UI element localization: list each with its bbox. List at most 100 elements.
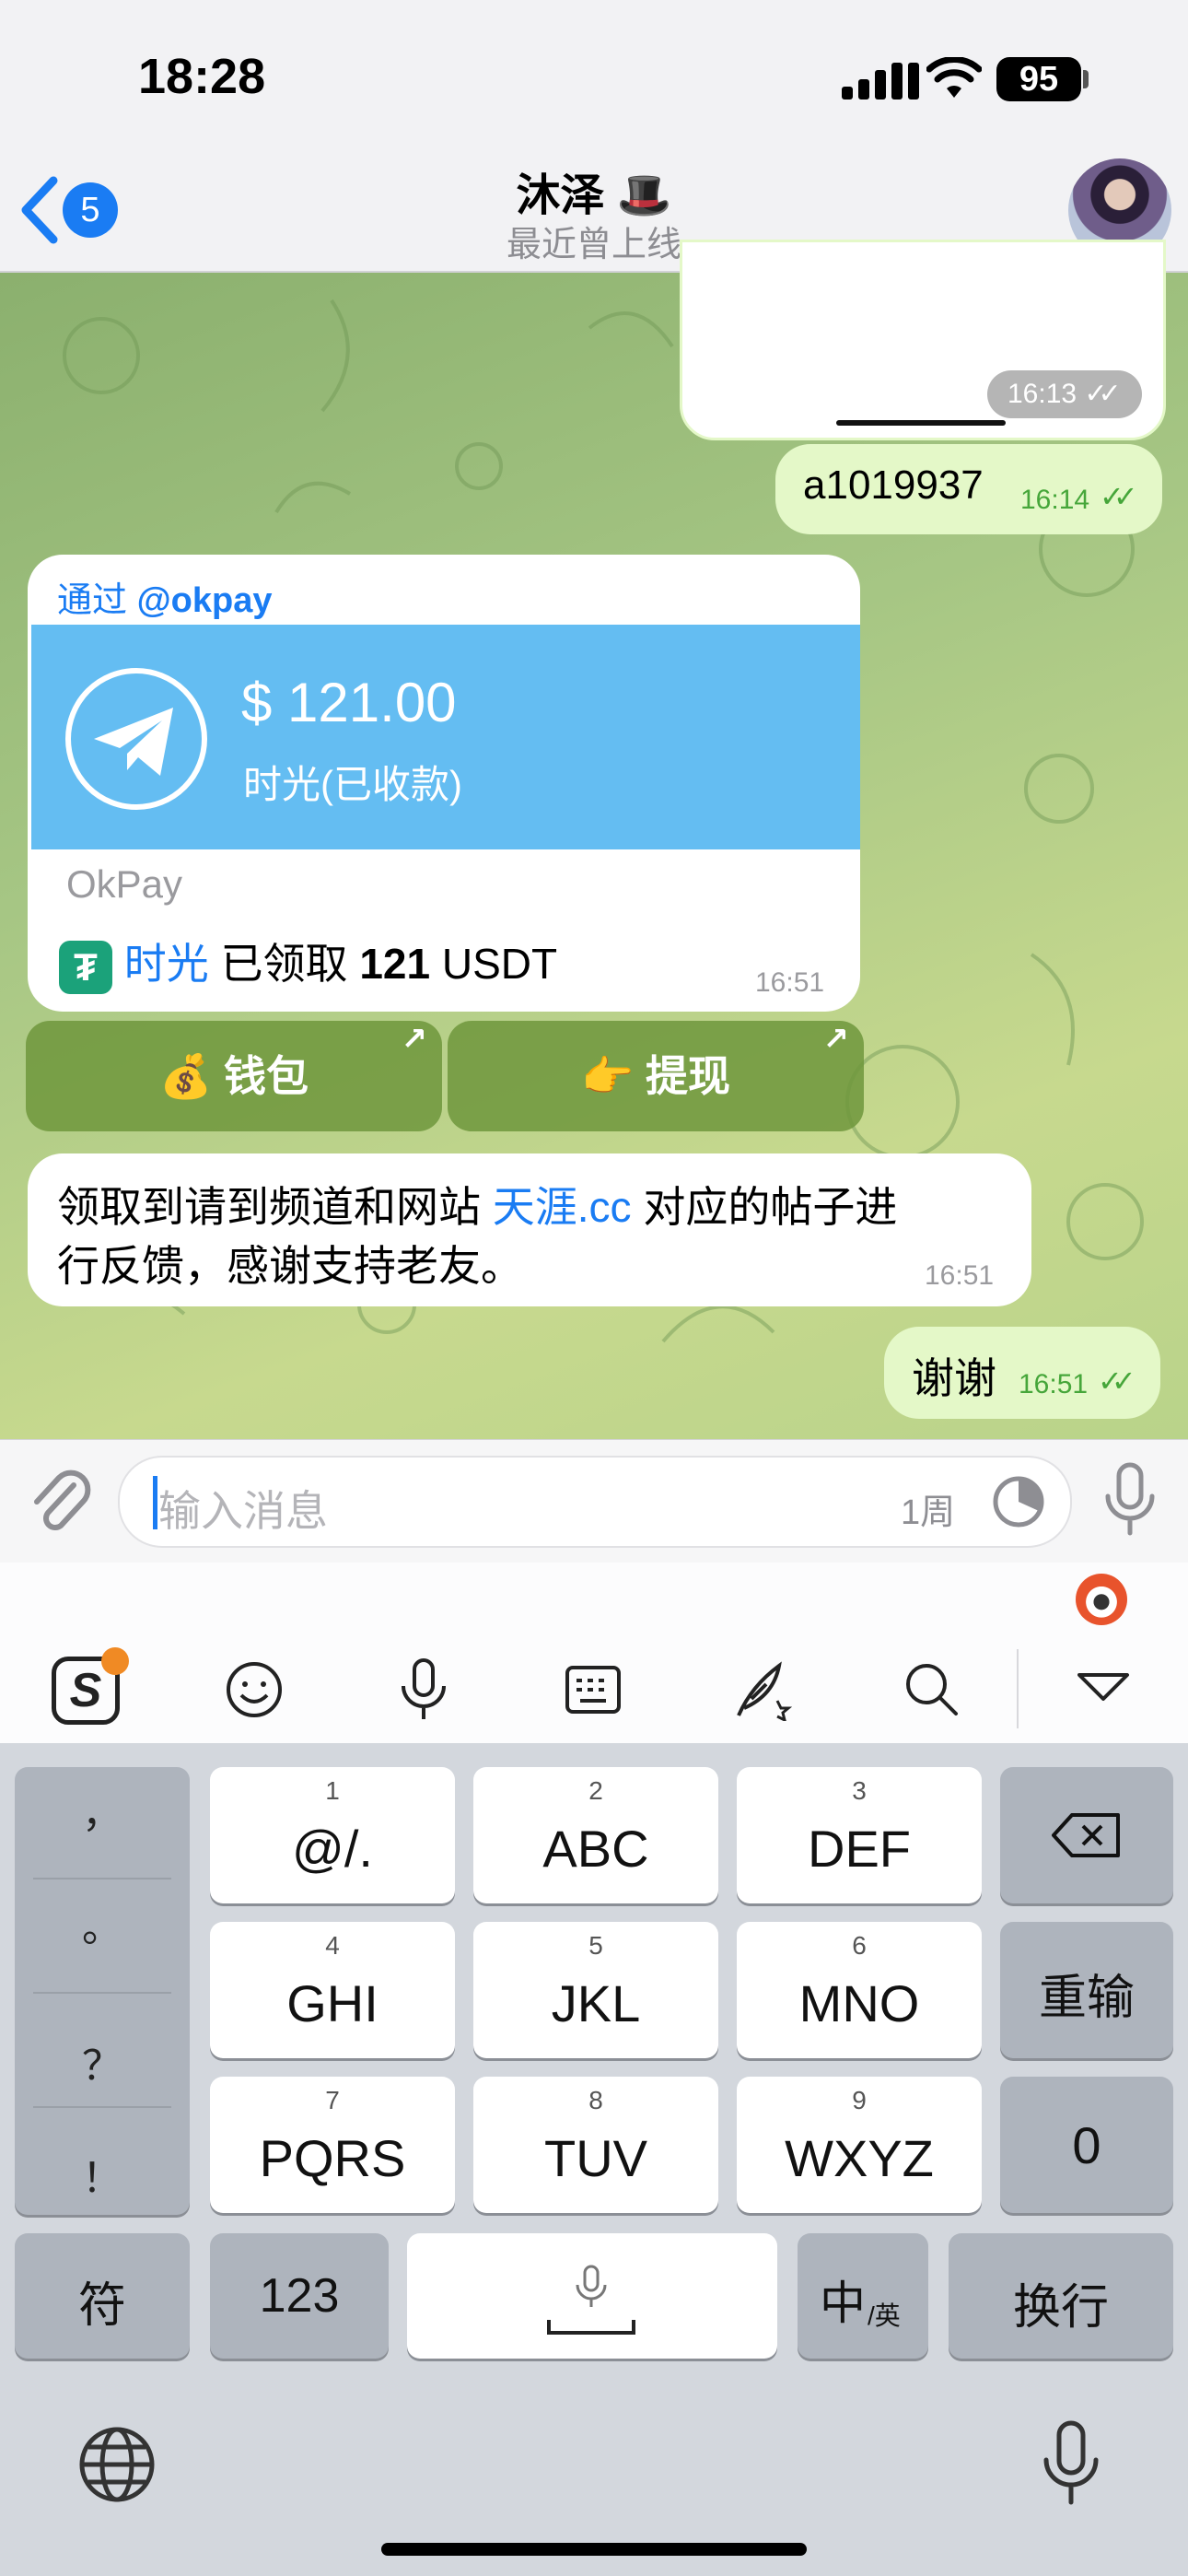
key-label: MNO xyxy=(798,1974,920,2032)
chat-title[interactable]: 沐泽 🎩 xyxy=(0,158,1188,223)
voice-input-icon[interactable] xyxy=(396,1657,451,1723)
arrow-up-right-icon: ↗ xyxy=(401,1022,428,1057)
key-label: JKL xyxy=(551,1974,641,2032)
message-text-line-2: 行反馈，感谢支持老友。 xyxy=(57,1242,523,1290)
claim-user-link[interactable]: 时光 xyxy=(124,940,209,988)
notification-dot-icon xyxy=(101,1647,129,1675)
key-sublabel: /英 xyxy=(868,2301,901,2330)
pointing-hand-icon: 👉 xyxy=(580,1052,635,1100)
handwriting-quill-icon[interactable] xyxy=(733,1658,792,1721)
punctuation-column[interactable]: ， 。 ？ ！ xyxy=(15,1767,190,2215)
auto-delete-timer-icon[interactable] xyxy=(991,1474,1046,1529)
image-time-pill: 16:13 ✓✓ xyxy=(987,370,1142,418)
collapse-keyboard-icon[interactable] xyxy=(1076,1669,1131,1706)
key-3[interactable]: 3 DEF xyxy=(737,1767,982,1903)
invoice-payee: 时光(已收款) xyxy=(243,763,462,806)
symbols-key[interactable]: 符 xyxy=(15,2233,190,2359)
message-time: 16:14 xyxy=(1020,485,1090,515)
home-indicator xyxy=(381,2543,807,2556)
outgoing-text-message[interactable]: 谢谢 16:51 ✓✓ xyxy=(884,1327,1160,1419)
keyboard-mascot-icon[interactable] xyxy=(1076,1574,1127,1625)
key-number: 6 xyxy=(852,1931,867,1960)
attachment-paperclip-icon[interactable] xyxy=(26,1465,92,1539)
candidate-bar xyxy=(0,1563,1188,1635)
key-0[interactable]: 0 xyxy=(1000,2077,1173,2213)
delete-key[interactable] xyxy=(1000,1767,1173,1903)
reinput-key[interactable]: 重输 xyxy=(1000,1922,1173,2058)
telegram-logo-icon xyxy=(65,668,207,810)
emoji-icon[interactable] xyxy=(225,1660,284,1719)
key-number: 4 xyxy=(325,1931,340,1960)
space-key[interactable] xyxy=(407,2233,777,2359)
key-label: 符 xyxy=(77,2279,126,2333)
invoice-brand: OkPay xyxy=(66,862,183,906)
via-prefix: 通过 xyxy=(57,581,128,620)
key-number: 2 xyxy=(588,1776,603,1805)
language-switch-key[interactable]: 中 /英 xyxy=(798,2233,928,2359)
keyboard-switch-icon[interactable] xyxy=(564,1664,623,1715)
message-time: 16:13 xyxy=(1007,379,1077,409)
key-label: WXYZ xyxy=(785,2129,934,2187)
microphone-icon[interactable] xyxy=(1098,1461,1162,1539)
inline-button-wallet[interactable]: 💰 钱包 ↗ xyxy=(26,1021,442,1131)
globe-icon[interactable] xyxy=(77,2425,157,2504)
double-check-icon: ✓✓ xyxy=(1098,1364,1136,1398)
image-scroll-bar xyxy=(836,420,1006,426)
claim-amount: 121 xyxy=(359,940,431,988)
claim-text-a: 已领取 xyxy=(208,940,360,988)
numbers-key[interactable]: 123 xyxy=(210,2233,389,2359)
key-1[interactable]: 1 @/. xyxy=(210,1767,455,1903)
double-check-icon: ✓✓ xyxy=(1100,480,1137,513)
payment-invoice-message[interactable]: 通过 @okpay $ 121.00 时光(已收款) OkPay ₮ 时光 已领… xyxy=(28,555,860,1012)
site-link[interactable]: 天涯.cc xyxy=(493,1183,632,1231)
message-input[interactable]: 输入消息 1周 xyxy=(118,1456,1072,1548)
punct-question[interactable]: ？ xyxy=(15,2032,190,2091)
via-bot-link[interactable]: @okpay xyxy=(137,581,273,620)
message-text: 对应的帖子进 xyxy=(631,1183,898,1231)
key-number: 3 xyxy=(852,1776,867,1805)
key-label: 0 xyxy=(1072,2116,1101,2174)
space-mic-icon xyxy=(576,2265,607,2307)
punct-separator xyxy=(33,2106,171,2108)
cellular-signal-icon xyxy=(842,63,919,100)
message-time: 16:51 xyxy=(1019,1369,1089,1399)
money-bag-icon: 💰 xyxy=(158,1052,213,1100)
battery-indicator: 95 xyxy=(996,57,1081,101)
outgoing-text-message[interactable]: a1019937 16:14 ✓✓ xyxy=(775,444,1162,534)
message-text: a1019937 xyxy=(803,463,984,508)
key-label: DEF xyxy=(808,1820,911,1878)
arrow-up-right-icon: ↗ xyxy=(822,1022,850,1057)
key-number: 1 xyxy=(325,1776,340,1805)
key-label: GHI xyxy=(286,1974,379,2032)
punct-separator xyxy=(33,1878,171,1879)
key-8[interactable]: 8 TUV xyxy=(473,2077,718,2213)
key-4[interactable]: 4 GHI xyxy=(210,1922,455,2058)
claim-line: ₮ 时光 已领取 121 USDT xyxy=(59,931,557,994)
return-key[interactable]: 换行 xyxy=(949,2233,1173,2359)
key-2[interactable]: 2 ABC xyxy=(473,1767,718,1903)
key-label: 中 xyxy=(820,2277,866,2329)
auto-delete-timer-label[interactable]: 1周 xyxy=(901,1483,955,1534)
incoming-text-message[interactable]: 领取到请到频道和网站 天涯.cc 对应的帖子进 行反馈，感谢支持老友。 16:5… xyxy=(28,1153,1031,1306)
claim-text-b: USDT xyxy=(430,940,558,988)
space-bar-icon xyxy=(547,2320,635,2335)
invoice-amount: $ 121.00 xyxy=(241,672,457,733)
battery-cap xyxy=(1083,70,1089,88)
tether-usdt-icon: ₮ xyxy=(59,940,112,994)
invoice-banner[interactable]: $ 121.00 时光(已收款) xyxy=(31,625,860,849)
message-text: 谢谢 xyxy=(912,1354,996,1402)
key-label: ABC xyxy=(542,1820,649,1878)
dictation-mic-icon[interactable] xyxy=(1039,2419,1103,2508)
key-9[interactable]: 9 WXYZ xyxy=(737,2077,982,2213)
punct-exclaim[interactable]: ！ xyxy=(15,2145,190,2204)
key-6[interactable]: 6 MNO xyxy=(737,1922,982,2058)
punct-comma[interactable]: ， xyxy=(15,1780,190,1839)
status-time: 18:28 xyxy=(138,49,266,104)
search-icon[interactable] xyxy=(903,1660,961,1719)
punct-separator xyxy=(33,1992,171,1994)
punct-period[interactable]: 。 xyxy=(15,1894,190,1953)
key-7[interactable]: 7 PQRS xyxy=(210,2077,455,2213)
wifi-icon xyxy=(926,57,982,98)
key-5[interactable]: 5 JKL xyxy=(473,1922,718,2058)
inline-button-withdraw[interactable]: 👉 提现 ↗ xyxy=(448,1021,864,1131)
